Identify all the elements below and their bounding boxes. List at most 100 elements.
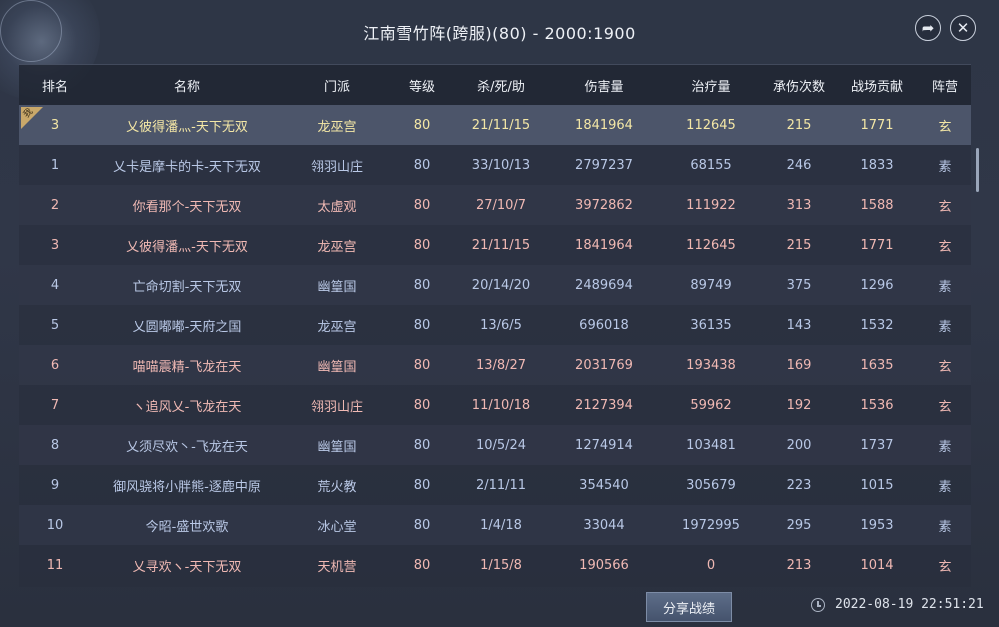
camp-cell: 玄 [938, 559, 952, 575]
table-row[interactable]: 3 乂彼得潘灬-天下无双 龙巫宫 80 21/11/15 1841964 112645 215… [19, 225, 971, 265]
level-cell: 80 [413, 357, 431, 373]
column-header-heal: 治疗量 [691, 79, 731, 95]
table-row[interactable]: 2 你看那个-天下无双 太虚观 80 27/10/7 3972862 111922 313 15… [19, 185, 971, 225]
player-name: 御风骁将小胖熊-逐鹿中原 [113, 479, 261, 495]
hits-taken-cell: 143 [786, 317, 812, 333]
table-row[interactable]: 11 乂寻欢ヽ-天下无双 天机营 80 1/15/8 190566 0 213 1014 玄 [19, 545, 971, 585]
player-name: 乂须尽欢丶-飞龙在天 [126, 439, 248, 455]
level-cell: 80 [413, 437, 431, 453]
timestamp: 2022-08-19 22:51:21 [835, 597, 984, 612]
contribution-cell: 1296 [860, 277, 894, 293]
sect-cell: 龙巫宫 [317, 119, 357, 135]
column-header-hits-taken: 承伤次数 [772, 79, 825, 95]
camp-cell: 素 [938, 279, 952, 295]
rank-cell: 6 [50, 357, 60, 373]
share-score-button[interactable]: 分享战绩 [646, 592, 732, 622]
hits-taken-cell: 223 [786, 477, 812, 493]
hits-taken-cell: 213 [786, 557, 812, 573]
kda-cell: 1/4/18 [480, 517, 522, 533]
clock-icon [811, 598, 825, 612]
table-row[interactable]: 4 亡命切割-天下无双 幽篁国 80 20/14/20 2489694 89749 375 12… [19, 265, 971, 305]
camp-cell: 玄 [938, 239, 952, 255]
damage-cell: 696018 [579, 317, 629, 333]
heal-cell: 0 [706, 557, 716, 573]
contribution-cell: 1953 [860, 517, 894, 533]
heal-cell: 103481 [686, 437, 736, 453]
sect-cell: 幽篁国 [317, 439, 357, 455]
column-header-sect: 门派 [323, 79, 350, 95]
close-icon: ✕ [956, 19, 970, 37]
hits-taken-cell: 246 [786, 157, 812, 173]
table-row[interactable]: 7 ヽ追风乂-飞龙在天 翎羽山庄 80 11/10/18 2127394 59962 192 1… [19, 385, 971, 425]
close-button[interactable]: ✕ [950, 15, 976, 41]
contribution-cell: 1588 [860, 197, 894, 213]
sect-cell: 荒火教 [317, 479, 357, 495]
rank-cell: 3 [50, 237, 60, 253]
column-header-level: 等级 [408, 79, 435, 95]
damage-cell: 1274914 [575, 437, 633, 453]
kda-cell: 10/5/24 [475, 437, 527, 453]
table-row[interactable]: 9 御风骁将小胖熊-逐鹿中原 荒火教 80 2/11/11 354540 305679 223… [19, 465, 971, 505]
kda-cell: 11/10/18 [471, 397, 531, 413]
sect-cell: 幽篁国 [317, 279, 357, 295]
contribution-cell: 1014 [860, 557, 894, 573]
sect-cell: 天机营 [317, 559, 357, 575]
hits-taken-cell: 313 [786, 197, 812, 213]
contribution-cell: 1635 [860, 357, 894, 373]
kda-cell: 2/11/11 [475, 477, 527, 493]
camp-cell: 素 [938, 519, 952, 535]
rank-cell: 5 [50, 317, 60, 333]
level-cell: 80 [413, 117, 431, 133]
player-name: 你看那个-天下无双 [132, 199, 242, 215]
rank-cell: 9 [50, 477, 60, 493]
heal-cell: 68155 [690, 157, 732, 173]
player-name: 乂圆嘟嘟-天府之国 [132, 319, 242, 335]
scrollbar[interactable] [976, 148, 979, 192]
level-cell: 80 [413, 397, 431, 413]
hits-taken-cell: 375 [786, 277, 812, 293]
my-row[interactable]: 3 乂彼得潘灬-天下无双 龙巫宫 80 21/11/15 1841964 112645 215… [19, 105, 971, 145]
level-cell: 80 [413, 237, 431, 253]
column-header-kda: 杀/死/助 [477, 79, 525, 95]
column-header-name: 名称 [173, 79, 200, 95]
kda-cell: 20/14/20 [471, 277, 531, 293]
camp-cell: 素 [938, 479, 952, 495]
camp-cell: 素 [938, 439, 952, 455]
camp-cell: 素 [938, 159, 952, 175]
column-header-contribution: 战场贡献 [850, 79, 903, 95]
player-name: 亡命切割-天下无双 [132, 279, 242, 295]
share-button[interactable]: ➦ [915, 15, 941, 41]
camp-cell: 玄 [938, 119, 952, 135]
table-row[interactable]: 6 喵喵震精-飞龙在天 幽篁国 80 13/8/27 2031769 193438 169 16… [19, 345, 971, 385]
damage-cell: 3972862 [575, 197, 633, 213]
contribution-cell: 1536 [860, 397, 894, 413]
sect-cell: 翎羽山庄 [310, 159, 363, 175]
damage-cell: 1841964 [575, 117, 633, 133]
damage-cell: 2797237 [575, 157, 633, 173]
contribution-cell: 1737 [860, 437, 894, 453]
kda-cell: 33/10/13 [471, 157, 531, 173]
column-header-camp: 阵营 [931, 79, 958, 95]
kda-cell: 27/10/7 [475, 197, 527, 213]
contribution-cell: 1532 [860, 317, 894, 333]
heal-cell: 193438 [686, 357, 736, 373]
scoreboard-table[interactable]: 排名 名称 门派 等级 杀/死/助 伤害量 治疗量 承伤次数 战场贡献 阵营 3… [19, 64, 971, 587]
rank-cell: 7 [50, 397, 60, 413]
kda-cell: 21/11/15 [471, 117, 531, 133]
contribution-cell: 1833 [860, 157, 894, 173]
rank-cell: 10 [46, 517, 64, 533]
table-row[interactable]: 8 乂须尽欢丶-飞龙在天 幽篁国 80 10/5/24 1274914 103481 200 1… [19, 425, 971, 465]
table-row[interactable]: 1 乂卡是摩卡的卡-天下无双 翎羽山庄 80 33/10/13 2797237 68155 2… [19, 145, 971, 185]
camp-cell: 玄 [938, 359, 952, 375]
hits-taken-cell: 169 [786, 357, 812, 373]
sect-cell: 龙巫宫 [317, 239, 357, 255]
hits-taken-cell: 192 [786, 397, 812, 413]
table-row[interactable]: 5 乂圆嘟嘟-天府之国 龙巫宫 80 13/6/5 696018 36135 143 1532 素 [19, 305, 971, 345]
table-row[interactable]: 10 今昭-盛世欢歌 冰心堂 80 1/4/18 33044 1972995 295 1953 素 [19, 505, 971, 545]
heal-cell: 36135 [690, 317, 732, 333]
hits-taken-cell: 295 [786, 517, 812, 533]
camp-cell: 素 [938, 319, 952, 335]
contribution-cell: 1771 [860, 117, 894, 133]
sect-cell: 龙巫宫 [317, 319, 357, 335]
rank-cell: 8 [50, 437, 60, 453]
